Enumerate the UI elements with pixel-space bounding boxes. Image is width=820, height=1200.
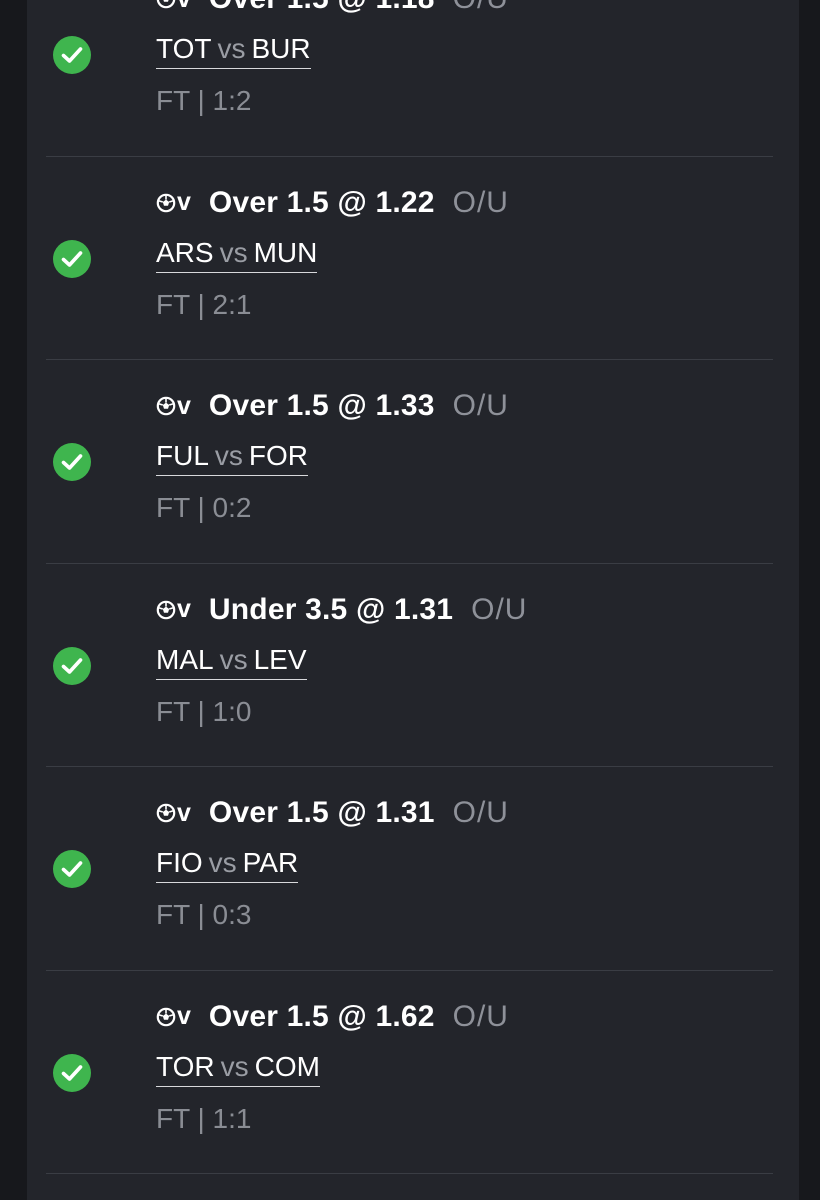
bet-title-row: v Over 1.5 @ 1.22 O/U — [156, 185, 773, 221]
bet-title-row: v Under 3.5 @ 1.31 O/U — [156, 592, 773, 628]
soccer-ball-icon: v — [156, 0, 191, 12]
bet-content: v Over 1.5 @ 1.62 O/U TOR vs COM FT | 1:1 — [156, 999, 773, 1135]
bet-market: O/U — [452, 389, 509, 422]
bet-selection: Over 1.5 @ 1.22 — [208, 185, 435, 219]
check-circle-icon — [53, 443, 91, 481]
check-circle-icon — [53, 1053, 91, 1092]
bet-content: v Over 1.5 @ 1.31 O/U FIO vs PAR FT | 0:3 — [156, 795, 773, 931]
match-link[interactable]: TOR vs COM — [156, 1050, 320, 1087]
market-icon-letter: v — [177, 1002, 191, 1030]
vs-label: vs — [214, 440, 243, 471]
vs-label: vs — [219, 643, 248, 675]
soccer-ball-icon: v — [156, 798, 191, 827]
bet-selection: Over 1.5 @ 1.33 — [208, 389, 435, 422]
match-link[interactable]: ARS vs MUN — [156, 236, 318, 273]
home-team: TOT — [156, 33, 212, 64]
check-circle-icon — [53, 850, 91, 888]
market-icon-letter: v — [177, 188, 191, 216]
market-icon-letter: v — [177, 595, 191, 623]
bet-list: v Over 1.5 @ 1.18 O/U TOTvsBUR FT | 1:2 — [27, 0, 799, 1174]
home-team: ARS — [156, 236, 214, 268]
check-circle-icon — [53, 36, 91, 74]
home-team: TOR — [156, 1050, 215, 1082]
match-link[interactable]: TOT vs BUR — [156, 34, 311, 69]
vs-label: vs — [217, 33, 246, 64]
away-team: PAR — [242, 847, 299, 878]
match-result: FT | 0:3 — [156, 899, 252, 930]
match-result: FT | 2:1 — [156, 288, 252, 320]
bet-item[interactable]: v Over 1.5 @ 1.33 O/U FUL vs FOR FT | 0:2 — [46, 360, 773, 564]
match-result: FT | 1:1 — [156, 1102, 252, 1134]
match-link[interactable]: MAL vs LEV — [156, 643, 307, 680]
away-team: COM — [254, 1050, 320, 1082]
match-result: FT | 0:2 — [156, 492, 252, 523]
bet-selection: Over 1.5 @ 1.31 — [208, 796, 435, 829]
vs-label: vs — [208, 847, 237, 878]
bet-content: v Over 1.5 @ 1.18 O/U TOTvsBUR FT | 1:2 — [156, 0, 773, 117]
bet-content: v Over 1.5 @ 1.33 O/U FUL vs FOR FT | 0:2 — [156, 388, 773, 524]
soccer-ball-icon: v — [156, 597, 191, 622]
bet-item[interactable]: v Over 1.5 @ 1.31 O/U FIO vs PAR FT | 0:3 — [46, 767, 773, 971]
bet-content: v Under 3.5 @ 1.31 O/U MAL vs LEV FT | 1:0 — [156, 592, 773, 728]
match-result: FT | 1:0 — [156, 695, 252, 727]
market-icon-letter: v — [177, 0, 191, 12]
bet-item[interactable]: v Over 1.5 @ 1.22 O/U ARS vs MUN FT | 2:1 — [46, 157, 773, 360]
soccer-ball-icon: v — [156, 190, 191, 215]
bet-market: O/U — [453, 0, 509, 16]
bet-selection: Over 1.5 @ 1.18 — [209, 0, 435, 16]
bet-content: v Over 1.5 @ 1.22 O/U ARS vs MUN FT | 2:1 — [156, 185, 773, 321]
bet-item[interactable]: v Over 1.5 @ 1.18 O/U TOTvsBUR FT | 1:2 — [46, 0, 773, 157]
away-team: MUN — [253, 236, 318, 268]
vs-label: vs — [220, 1050, 249, 1082]
check-circle-icon — [53, 646, 91, 685]
bet-title-row: v Over 1.5 @ 1.18 O/U — [156, 0, 773, 17]
bet-title-row: v Over 1.5 @ 1.62 O/U — [156, 999, 773, 1035]
match-link[interactable]: FIO vs PAR — [156, 847, 299, 883]
home-team: FUL — [156, 440, 209, 471]
vs-label: vs — [219, 236, 248, 268]
match-link[interactable]: FUL vs FOR — [156, 440, 309, 476]
bet-market: O/U — [452, 796, 509, 829]
market-icon-letter: v — [177, 798, 191, 827]
away-team: FOR — [248, 440, 309, 471]
bet-market: O/U — [452, 185, 509, 219]
bet-market: O/U — [452, 999, 509, 1033]
bet-title-row: v Over 1.5 @ 1.33 O/U — [156, 388, 773, 424]
bet-market: O/U — [471, 592, 528, 626]
bet-item[interactable]: v Under 3.5 @ 1.31 O/U MAL vs LEV FT | 1:0 — [46, 564, 773, 767]
away-team: BUR — [251, 33, 311, 64]
soccer-ball-icon: v — [156, 1004, 191, 1029]
check-circle-icon — [53, 239, 91, 278]
bet-selection: Under 3.5 @ 1.31 — [208, 592, 454, 626]
bet-slip-panel: v Over 1.5 @ 1.18 O/U TOTvsBUR FT | 1:2 — [27, 0, 799, 1200]
market-icon-letter: v — [177, 391, 191, 420]
home-team: MAL — [156, 643, 214, 675]
soccer-ball-icon: v — [156, 391, 191, 420]
bet-selection: Over 1.5 @ 1.62 — [208, 999, 435, 1033]
bet-title-row: v Over 1.5 @ 1.31 O/U — [156, 795, 773, 831]
home-team: FIO — [156, 847, 203, 878]
away-team: LEV — [253, 643, 307, 675]
bet-item[interactable]: v Over 1.5 @ 1.62 O/U TOR vs COM FT | 1:1 — [46, 971, 773, 1174]
match-result: FT | 1:2 — [156, 85, 252, 116]
